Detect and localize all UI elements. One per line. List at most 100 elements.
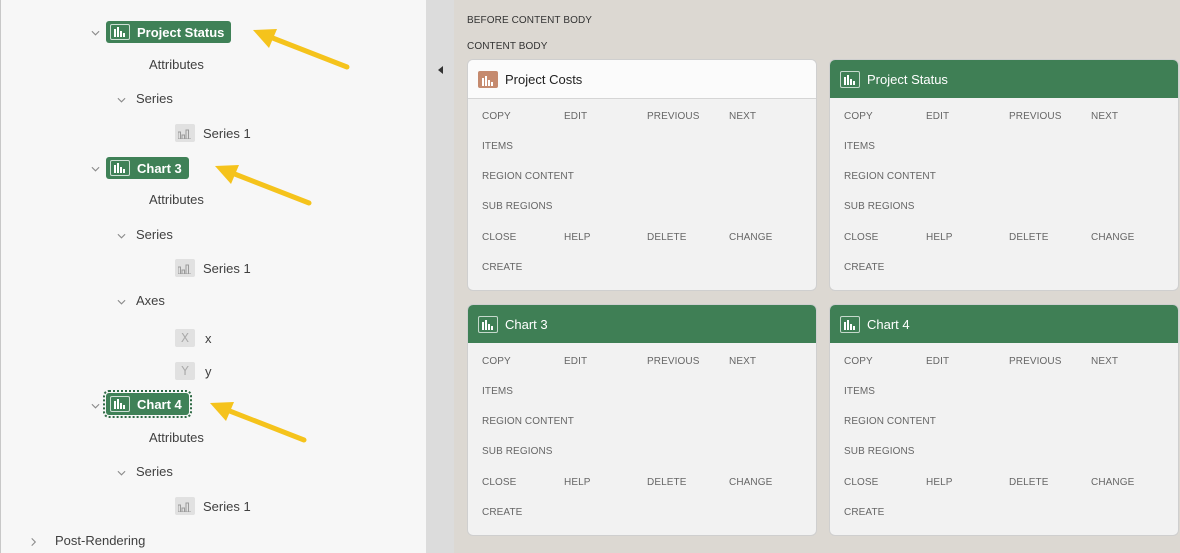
tree-node-series-1[interactable]: Series 1: [175, 497, 251, 515]
position-items[interactable]: ITEMS: [482, 386, 513, 397]
chevron-down-icon[interactable]: [91, 28, 100, 37]
position-help[interactable]: HELP: [564, 477, 591, 488]
position-copy[interactable]: COPY: [844, 111, 873, 122]
position-delete[interactable]: DELETE: [647, 232, 687, 243]
position-next[interactable]: NEXT: [1091, 356, 1118, 367]
position-delete[interactable]: DELETE: [647, 477, 687, 488]
tree-node-attributes[interactable]: Attributes: [149, 430, 204, 445]
region-header[interactable]: Chart 3: [468, 305, 816, 343]
position-copy[interactable]: COPY: [482, 111, 511, 122]
yellow-arrow-icon: [208, 400, 308, 450]
y-axis-icon: Y: [175, 362, 195, 380]
position-change[interactable]: CHANGE: [729, 477, 772, 488]
position-close[interactable]: CLOSE: [482, 232, 516, 243]
position-sub-regions[interactable]: SUB REGIONS: [482, 201, 553, 212]
tree-node-project-status[interactable]: Project Status: [106, 21, 232, 43]
position-sub-regions[interactable]: SUB REGIONS: [844, 201, 915, 212]
position-delete[interactable]: DELETE: [1009, 232, 1049, 243]
position-sub-regions[interactable]: SUB REGIONS: [844, 446, 915, 457]
tree-node-label: Attributes: [149, 57, 204, 72]
position-region-content[interactable]: REGION CONTENT: [844, 171, 936, 182]
position-close[interactable]: CLOSE: [482, 477, 516, 488]
series-icon: [175, 497, 195, 515]
tree-node-label: Series: [136, 91, 173, 106]
tree-node-label: Series: [136, 464, 173, 479]
region-title: Project Costs: [505, 71, 583, 87]
chevron-down-icon[interactable]: [91, 401, 100, 410]
position-previous[interactable]: PREVIOUS: [1009, 111, 1061, 122]
position-previous[interactable]: PREVIOUS: [1009, 356, 1061, 367]
position-items[interactable]: ITEMS: [844, 141, 875, 152]
position-close[interactable]: CLOSE: [844, 232, 878, 243]
region-card-chart-4[interactable]: Chart 4 COPY EDIT PREVIOUS NEXT ITEMS RE…: [829, 304, 1179, 536]
tree-node-attributes[interactable]: Attributes: [149, 57, 204, 72]
bar-chart-icon: [478, 70, 498, 88]
position-region-content[interactable]: REGION CONTENT: [482, 416, 574, 427]
tree-node-axis-x[interactable]: X x: [175, 329, 212, 347]
tree-node-post-rendering[interactable]: Post-Rendering: [55, 533, 145, 548]
tree-node-series[interactable]: Series: [136, 464, 173, 479]
position-next[interactable]: NEXT: [1091, 111, 1118, 122]
tree-node-axes[interactable]: Axes: [136, 293, 165, 308]
region-header[interactable]: Project Status: [830, 60, 1178, 98]
region-card-chart-3[interactable]: Chart 3 COPY EDIT PREVIOUS NEXT ITEMS RE…: [467, 304, 817, 536]
position-create[interactable]: CREATE: [844, 262, 884, 273]
tree-node-chart-4[interactable]: Chart 4: [103, 390, 192, 418]
region-header[interactable]: Chart 4: [830, 305, 1178, 343]
position-create[interactable]: CREATE: [482, 507, 522, 518]
position-edit[interactable]: EDIT: [926, 356, 949, 367]
region-card-project-costs[interactable]: Project Costs COPY EDIT PREVIOUS NEXT IT…: [467, 59, 817, 291]
tree-node-label: Attributes: [149, 192, 204, 207]
position-items[interactable]: ITEMS: [844, 386, 875, 397]
position-help[interactable]: HELP: [564, 232, 591, 243]
position-edit[interactable]: EDIT: [926, 111, 949, 122]
series-icon: [175, 124, 195, 142]
chevron-down-icon[interactable]: [117, 297, 126, 306]
position-sub-regions[interactable]: SUB REGIONS: [482, 446, 553, 457]
region-header[interactable]: Project Costs: [468, 60, 816, 99]
position-copy[interactable]: COPY: [844, 356, 873, 367]
position-edit[interactable]: EDIT: [564, 356, 587, 367]
position-create[interactable]: CREATE: [844, 507, 884, 518]
position-help[interactable]: HELP: [926, 232, 953, 243]
chevron-down-icon[interactable]: [91, 164, 100, 173]
tree-node-axis-y[interactable]: Y y: [175, 362, 212, 380]
position-help[interactable]: HELP: [926, 477, 953, 488]
position-next[interactable]: NEXT: [729, 111, 756, 122]
panel-splitter[interactable]: [426, 0, 454, 553]
bar-chart-icon: [110, 396, 130, 412]
position-delete[interactable]: DELETE: [1009, 477, 1049, 488]
position-next[interactable]: NEXT: [729, 356, 756, 367]
region-title: Chart 3: [505, 316, 548, 332]
position-change[interactable]: CHANGE: [1091, 477, 1134, 488]
position-items[interactable]: ITEMS: [482, 141, 513, 152]
position-copy[interactable]: COPY: [482, 356, 511, 367]
position-edit[interactable]: EDIT: [564, 111, 587, 122]
tree-node-series[interactable]: Series: [136, 91, 173, 106]
bar-chart-icon: [840, 70, 860, 88]
tree-node-label: Attributes: [149, 430, 204, 445]
chevron-down-icon[interactable]: [117, 468, 126, 477]
tree-node-label: Project Status: [137, 24, 225, 40]
chevron-down-icon[interactable]: [117, 231, 126, 240]
chevron-right-icon[interactable]: [29, 537, 38, 546]
position-change[interactable]: CHANGE: [729, 232, 772, 243]
tree-node-series[interactable]: Series: [136, 227, 173, 242]
tree-node-chart-3[interactable]: Chart 3: [106, 157, 189, 179]
tree-node-label: Series 1: [203, 260, 251, 276]
position-close[interactable]: CLOSE: [844, 477, 878, 488]
tree-node-label: Post-Rendering: [55, 533, 146, 548]
tree-node-attributes[interactable]: Attributes: [149, 192, 204, 207]
tree-node-series-1[interactable]: Series 1: [175, 124, 251, 142]
collapse-left-icon[interactable]: [438, 66, 443, 74]
tree-node-label: Series: [136, 227, 173, 242]
position-previous[interactable]: PREVIOUS: [647, 111, 699, 122]
position-change[interactable]: CHANGE: [1091, 232, 1134, 243]
position-region-content[interactable]: REGION CONTENT: [844, 416, 936, 427]
chevron-down-icon[interactable]: [117, 95, 126, 104]
region-card-project-status[interactable]: Project Status COPY EDIT PREVIOUS NEXT I…: [829, 59, 1179, 291]
position-region-content[interactable]: REGION CONTENT: [482, 171, 574, 182]
tree-node-series-1[interactable]: Series 1: [175, 259, 251, 277]
position-create[interactable]: CREATE: [482, 262, 522, 273]
position-previous[interactable]: PREVIOUS: [647, 356, 699, 367]
